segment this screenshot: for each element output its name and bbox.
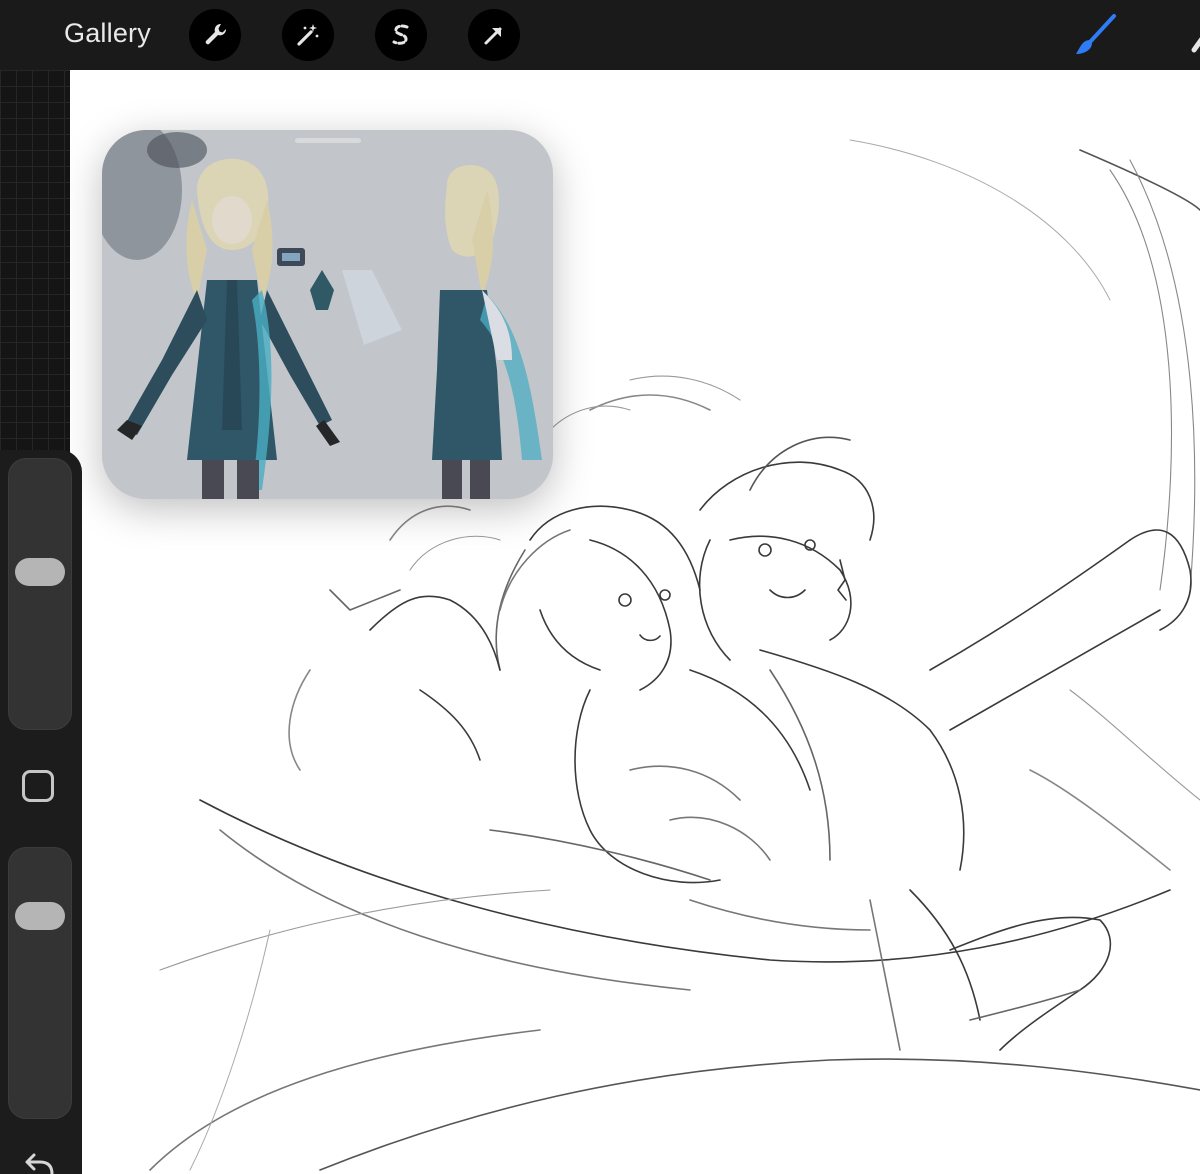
smudge-icon[interactable] [1180, 10, 1200, 60]
reference-window[interactable] [102, 130, 553, 499]
magic-wand-icon [297, 24, 319, 46]
top-toolbar: Gallery [0, 0, 1200, 71]
adjustments-button[interactable] [282, 9, 334, 61]
side-panel [0, 450, 82, 1174]
brush-size-slider[interactable] [8, 458, 72, 730]
transform-button[interactable] [468, 9, 520, 61]
modify-button[interactable] [22, 770, 54, 802]
transform-arrow-icon [484, 27, 502, 45]
selection-s-icon [392, 24, 409, 45]
wrench-icon [205, 23, 227, 45]
opacity-thumb[interactable] [15, 902, 65, 931]
gallery-button[interactable]: Gallery [64, 18, 151, 49]
brush-size-thumb[interactable] [15, 557, 65, 586]
selection-button[interactable] [375, 9, 427, 61]
undo-icon[interactable] [20, 1148, 60, 1174]
actions-button[interactable] [189, 9, 241, 61]
opacity-slider[interactable] [8, 847, 72, 1119]
brush-icon[interactable] [1070, 10, 1120, 60]
reference-image [102, 130, 553, 499]
